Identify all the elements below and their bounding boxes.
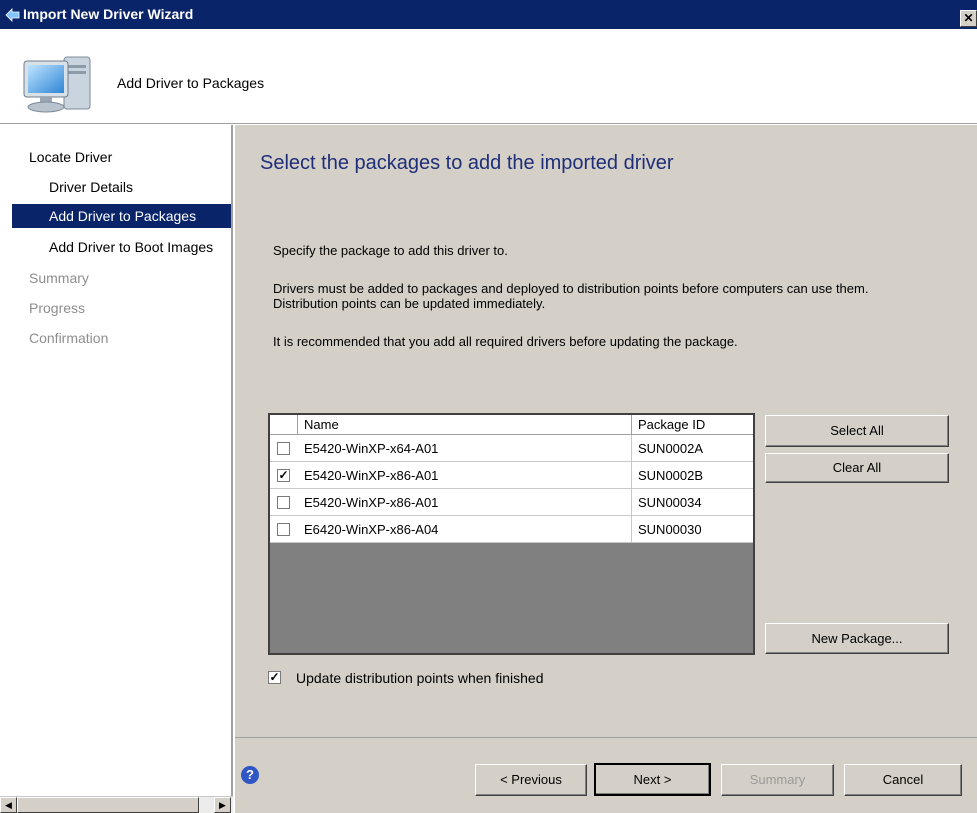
package-id: SUN00030 (638, 522, 702, 537)
row-checkbox[interactable] (277, 496, 290, 509)
title-bar: Import New Driver Wizard ✕ (0, 0, 977, 29)
step-add-driver-to-packages[interactable]: Add Driver to Packages (12, 204, 231, 228)
package-list-header: Name Package ID (270, 415, 753, 435)
table-row[interactable]: E5420-WinXP-x86-A01 SUN00034 (270, 489, 753, 516)
row-checkbox-checked[interactable]: ✓ (277, 469, 290, 482)
window-title: Import New Driver Wizard (23, 6, 194, 22)
scroll-right-icon[interactable]: ▶ (214, 797, 231, 813)
info-text-line1: Drivers must be added to packages and de… (273, 281, 869, 296)
scrollbar-thumb[interactable] (17, 797, 199, 813)
wizard-arrow-icon (5, 8, 20, 22)
package-name: E5420-WinXP-x64-A01 (298, 435, 632, 462)
cancel-button[interactable]: Cancel (844, 764, 962, 796)
package-id: SUN0002B (638, 468, 704, 483)
new-package-button[interactable]: New Package... (765, 623, 949, 654)
package-id: SUN0002A (638, 441, 704, 456)
wizard-footer: ? < Previous Next > Summary Cancel (235, 738, 977, 813)
update-distribution-points-checkbox[interactable]: ✓ (268, 671, 281, 684)
info-text-line2: Distribution points can be updated immed… (273, 296, 546, 311)
wizard-steps-sidebar: Locate Driver Driver Details Add Driver … (0, 125, 233, 813)
help-icon[interactable]: ? (241, 766, 259, 784)
column-header-package-id[interactable]: Package ID (632, 415, 753, 435)
checkbox-column-header[interactable] (270, 415, 298, 435)
header-title: Add Driver to Packages (117, 75, 265, 91)
package-list[interactable]: Name Package ID E5420-WinXP-x64-A01 SUN0… (268, 413, 755, 655)
step-driver-details[interactable]: Driver Details (49, 175, 133, 199)
select-all-button[interactable]: Select All (765, 415, 949, 447)
close-icon[interactable]: ✕ (960, 10, 977, 27)
package-id: SUN00034 (638, 495, 702, 510)
table-row[interactable]: ✓ E5420-WinXP-x86-A01 SUN0002B (270, 462, 753, 489)
package-name: E5420-WinXP-x86-A01 (298, 489, 632, 516)
update-distribution-points-label[interactable]: Update distribution points when finished (296, 670, 544, 686)
package-name: E5420-WinXP-x86-A01 (298, 462, 632, 489)
wizard-header: Add Driver to Packages (0, 29, 977, 124)
package-name: E6420-WinXP-x86-A04 (298, 516, 632, 543)
row-checkbox[interactable] (277, 442, 290, 455)
wizard-content: Select the packages to add the imported … (235, 125, 977, 737)
computer-icon (23, 56, 91, 113)
step-progress: Progress (29, 300, 86, 316)
sidebar-horizontal-scrollbar[interactable]: ◀ ▶ (0, 796, 233, 813)
table-row[interactable]: E6420-WinXP-x86-A04 SUN00030 (270, 516, 753, 543)
column-header-name[interactable]: Name (298, 415, 632, 435)
step-confirmation: Confirmation (29, 330, 109, 346)
clear-all-button[interactable]: Clear All (765, 453, 949, 483)
step-summary: Summary (29, 270, 89, 286)
next-button[interactable]: Next > (594, 763, 711, 796)
table-row[interactable]: E5420-WinXP-x64-A01 SUN0002A (270, 435, 753, 462)
step-locate-driver[interactable]: Locate Driver (29, 145, 112, 169)
row-checkbox[interactable] (277, 523, 290, 536)
previous-button[interactable]: < Previous (475, 764, 587, 796)
instruction-text: Specify the package to add this driver t… (273, 243, 508, 258)
page-heading: Select the packages to add the imported … (260, 152, 674, 174)
scroll-left-icon[interactable]: ◀ (0, 797, 17, 813)
summary-button: Summary (721, 764, 834, 796)
recommendation-text: It is recommended that you add all requi… (273, 334, 738, 349)
wizard-window: Import New Driver Wizard ✕ Add Driver to… (0, 0, 977, 813)
step-add-driver-to-boot-images[interactable]: Add Driver to Boot Images (49, 235, 213, 259)
